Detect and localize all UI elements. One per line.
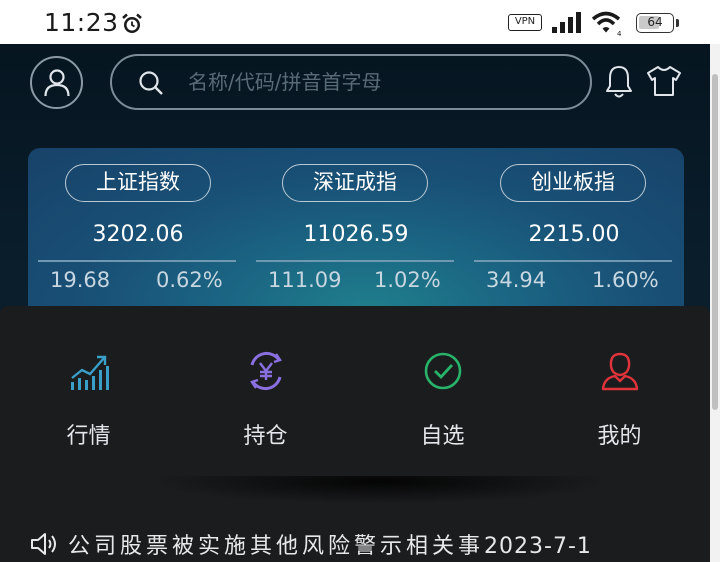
menu-item-profile[interactable]: 我的 bbox=[531, 306, 708, 486]
scrollbar-thumb[interactable] bbox=[712, 74, 718, 410]
menu-item-holdings[interactable]: 持仓 bbox=[177, 306, 354, 486]
search-input[interactable] bbox=[188, 64, 568, 100]
vpn-badge: VPN bbox=[508, 14, 542, 31]
bell-icon[interactable] bbox=[604, 64, 634, 100]
check-circle-icon bbox=[424, 352, 461, 390]
menu-label: 我的 bbox=[597, 424, 642, 449]
ticker-text: 公司股票被实施其他风险警示相关事2023-7-1 bbox=[68, 528, 648, 560]
index-value: 2215.00 bbox=[528, 222, 620, 247]
svg-text:4: 4 bbox=[617, 30, 622, 37]
menu-item-market[interactable]: 行情 bbox=[0, 306, 177, 486]
menu-label: 自选 bbox=[420, 424, 465, 449]
avatar-icon bbox=[44, 69, 70, 97]
shirt-icon[interactable] bbox=[646, 64, 682, 98]
search-bar[interactable] bbox=[110, 54, 592, 110]
index-value: 3202.06 bbox=[92, 222, 184, 247]
battery-icon: 64 bbox=[636, 13, 674, 33]
menu-label: 持仓 bbox=[243, 424, 288, 449]
index-sz[interactable]: 深证成指 11026.59 111.09 1.02% bbox=[256, 148, 456, 328]
status-time: 11:23 bbox=[44, 8, 119, 37]
panel-shadow bbox=[150, 476, 610, 504]
announcement-ticker[interactable]: 公司股票被实施其他风险警示相关事2023-7-1 bbox=[0, 526, 710, 562]
index-percent: 0.62% bbox=[156, 268, 223, 292]
index-percent: 1.02% bbox=[374, 268, 441, 292]
menu-label: 行情 bbox=[66, 424, 111, 449]
wifi-icon: 4 bbox=[591, 11, 622, 37]
ticker-date: 2023-7-1 bbox=[484, 534, 592, 559]
user-profile-icon bbox=[601, 352, 638, 391]
index-card: 上证指数 3202.06 19.68 0.62% 深证成指 11026.59 1… bbox=[28, 148, 684, 328]
menu-item-watchlist[interactable]: 自选 bbox=[354, 306, 531, 486]
search-icon bbox=[139, 71, 163, 95]
signal-icon bbox=[552, 12, 581, 33]
index-value: 11026.59 bbox=[303, 222, 409, 247]
battery-percent: 64 bbox=[647, 15, 663, 29]
speaker-icon bbox=[31, 533, 56, 555]
index-sh[interactable]: 上证指数 3202.06 19.68 0.62% bbox=[38, 148, 238, 328]
divider bbox=[38, 260, 236, 262]
function-menu: 行情 持仓 自选 我的 bbox=[0, 306, 710, 486]
ticker-message: 公司股票被实施其他风险警示相关事 bbox=[68, 534, 485, 559]
index-change: 19.68 bbox=[50, 268, 111, 292]
index-change: 111.09 bbox=[268, 268, 342, 292]
index-percent: 1.60% bbox=[592, 268, 659, 292]
market-chart-icon bbox=[70, 355, 109, 390]
divider bbox=[474, 260, 672, 262]
index-name-pill: 上证指数 bbox=[65, 164, 211, 202]
yuan-holdings-icon bbox=[249, 351, 282, 391]
index-name-pill: 深证成指 bbox=[282, 164, 428, 202]
status-bar: 11:23 VPN 4 64 bbox=[0, 0, 720, 44]
battery-nub bbox=[676, 19, 679, 27]
stock-app-home: 上证指数 3202.06 19.68 0.62% 深证成指 11026.59 1… bbox=[0, 44, 720, 562]
alarm-clock-icon bbox=[122, 13, 142, 33]
index-cyb[interactable]: 创业板指 2215.00 34.94 1.60% bbox=[474, 148, 674, 328]
avatar-button[interactable] bbox=[30, 56, 83, 109]
divider bbox=[256, 260, 454, 262]
index-change: 34.94 bbox=[486, 268, 547, 292]
index-name-pill: 创业板指 bbox=[500, 164, 646, 202]
